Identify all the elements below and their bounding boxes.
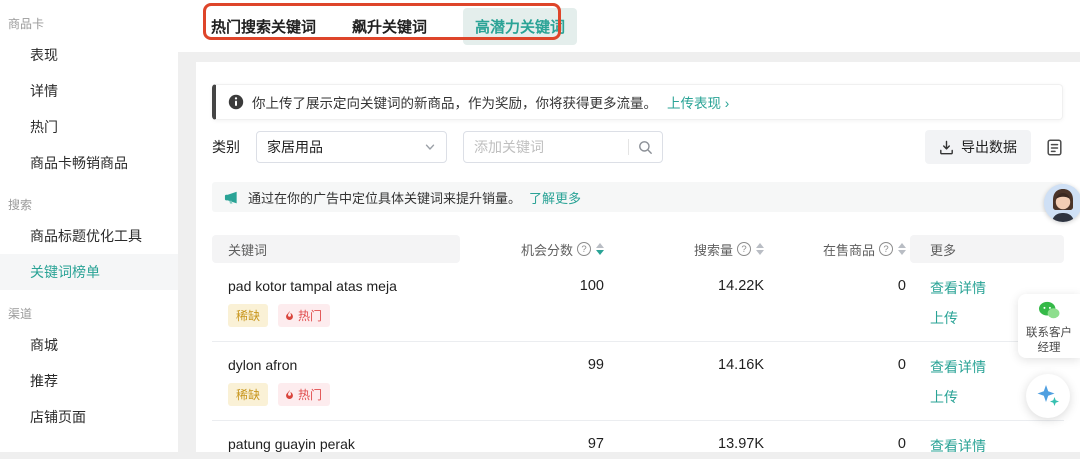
col-header-search-volume: 搜索量 ? bbox=[608, 235, 768, 263]
ads-tip-banner: 通过在你的广告中定位具体关键词来提升销量。 了解更多 bbox=[212, 182, 1063, 212]
sidebar-section-channel: 渠道 bbox=[0, 290, 178, 327]
tab-rising-keywords[interactable]: 飙升关键词 bbox=[352, 16, 427, 37]
notice-banner: 你上传了展示定向关键词的新商品，作为奖励，你将获得更多流量。 上传表现 › bbox=[212, 84, 1063, 120]
sparkle-icon bbox=[1035, 383, 1061, 409]
table-row: patung guayin perak 稀缺 热门 97 13.97K 0 查看… bbox=[212, 421, 1064, 452]
woman-avatar-icon bbox=[1044, 184, 1080, 222]
category-label: 类别 bbox=[212, 137, 240, 157]
upload-performance-link[interactable]: 上传表现 › bbox=[667, 92, 729, 112]
tag-list: 稀缺 热门 bbox=[228, 304, 460, 327]
actions-cell: 查看详情 上传 bbox=[910, 436, 1064, 452]
sidebar: 商品卡 表现 详情 热门 商品卡畅销商品 搜索 商品标题优化工具 关键词榜单 渠… bbox=[0, 0, 178, 452]
tag-list: 稀缺 热门 bbox=[228, 383, 460, 406]
notice-text: 你上传了展示定向关键词的新商品，作为奖励，你将获得更多流量。 bbox=[252, 92, 657, 112]
learn-more-link[interactable]: 了解更多 bbox=[529, 188, 581, 207]
add-keyword-input[interactable] bbox=[464, 139, 628, 155]
contact-account-manager[interactable]: 联系客户 经理 bbox=[1018, 294, 1080, 358]
download-icon bbox=[939, 140, 954, 155]
export-data-button[interactable]: 导出数据 bbox=[925, 130, 1031, 164]
contact-label-line2: 经理 bbox=[1018, 341, 1080, 356]
sidebar-section-search: 搜索 bbox=[0, 181, 178, 218]
category-dropdown[interactable]: 家居用品 bbox=[256, 131, 447, 163]
search-icon[interactable] bbox=[629, 140, 662, 155]
search-volume-cell: 13.97K bbox=[608, 436, 768, 452]
flame-icon bbox=[284, 310, 295, 321]
col-header-products-on-sale-label: 在售商品 bbox=[823, 240, 875, 259]
col-header-products-on-sale: 在售商品 ? bbox=[768, 235, 910, 263]
flame-icon bbox=[284, 389, 295, 400]
keyword-cell: patung guayin perak 稀缺 热门 bbox=[212, 436, 460, 452]
tag-hot: 热门 bbox=[278, 304, 330, 327]
export-data-label: 导出数据 bbox=[961, 137, 1017, 157]
help-icon[interactable]: ? bbox=[737, 242, 751, 256]
category-selected-value: 家居用品 bbox=[267, 137, 424, 157]
help-icon[interactable]: ? bbox=[879, 242, 893, 256]
sidebar-item-keyword-ranking[interactable]: 关键词榜单 bbox=[0, 254, 178, 290]
col-header-opportunity-score-label: 机会分数 bbox=[521, 240, 573, 259]
sidebar-item-details[interactable]: 详情 bbox=[0, 73, 178, 109]
tag-scarce: 稀缺 bbox=[228, 304, 268, 327]
tag-hot-label: 热门 bbox=[298, 307, 322, 324]
sidebar-item-recommend[interactable]: 推荐 bbox=[0, 363, 178, 399]
opportunity-score-cell: 97 bbox=[460, 436, 608, 452]
keyword-tabbar: 热门搜索关键词 飙升关键词 高潜力关键词 bbox=[178, 0, 1080, 52]
keyword-cell: dylon afron 稀缺 热门 bbox=[212, 357, 460, 407]
wechat-icon bbox=[1038, 301, 1060, 321]
tag-hot-label: 热门 bbox=[298, 386, 322, 403]
keyword-text: pad kotor tampal atas meja bbox=[228, 278, 460, 294]
ads-tip-text: 通过在你的广告中定位具体关键词来提升销量。 bbox=[248, 188, 521, 207]
search-volume-cell: 14.16K bbox=[608, 357, 768, 407]
main-content: 你上传了展示定向关键词的新商品，作为奖励，你将获得更多流量。 上传表现 › 类别… bbox=[196, 62, 1080, 452]
clipboard-list-button[interactable] bbox=[1045, 138, 1064, 157]
opportunity-score-cell: 100 bbox=[460, 278, 608, 328]
table-header: 关键词 机会分数 ? 搜索量 ? 在售商品 ? 更多 bbox=[212, 235, 1064, 263]
products-on-sale-cell: 0 bbox=[768, 357, 910, 407]
service-avatar[interactable] bbox=[1044, 184, 1080, 222]
clipboard-icon bbox=[1045, 138, 1064, 157]
keyword-text: patung guayin perak bbox=[228, 436, 460, 452]
sort-opportunity-score[interactable] bbox=[596, 243, 604, 255]
keyword-cell: pad kotor tampal atas meja 稀缺 热门 bbox=[212, 278, 460, 328]
sidebar-item-performance[interactable]: 表现 bbox=[0, 37, 178, 73]
col-header-more: 更多 bbox=[910, 235, 1064, 263]
sidebar-item-shop-page[interactable]: 店铺页面 bbox=[0, 399, 178, 435]
chevron-down-icon bbox=[424, 141, 436, 153]
sidebar-item-bestsellers[interactable]: 商品卡畅销商品 bbox=[0, 145, 178, 181]
table-row: pad kotor tampal atas meja 稀缺 热门 100 14.… bbox=[212, 263, 1064, 342]
col-header-keyword: 关键词 bbox=[212, 235, 460, 263]
sort-search-volume[interactable] bbox=[756, 243, 764, 255]
keyword-text: dylon afron bbox=[228, 357, 460, 373]
contact-label-line1: 联系客户 bbox=[1018, 326, 1080, 341]
tag-scarce: 稀缺 bbox=[228, 383, 268, 406]
table-row: dylon afron 稀缺 热门 99 14.16K 0 查看详情 上传 bbox=[212, 342, 1064, 421]
sort-products-on-sale[interactable] bbox=[898, 243, 906, 255]
tab-high-potential-keywords[interactable]: 高潜力关键词 bbox=[463, 8, 577, 45]
filter-row: 类别 家居用品 导出数据 bbox=[196, 130, 1080, 164]
tag-hot: 热门 bbox=[278, 383, 330, 406]
products-on-sale-cell: 0 bbox=[768, 436, 910, 452]
products-on-sale-cell: 0 bbox=[768, 278, 910, 328]
megaphone-icon bbox=[224, 190, 239, 205]
view-details-link[interactable]: 查看详情 bbox=[930, 436, 1064, 452]
keyword-searchbox bbox=[463, 131, 663, 163]
sidebar-item-title-optimizer[interactable]: 商品标题优化工具 bbox=[0, 218, 178, 254]
tab-hot-search-keywords[interactable]: 热门搜索关键词 bbox=[211, 16, 316, 37]
sidebar-item-mall[interactable]: 商城 bbox=[0, 327, 178, 363]
search-volume-cell: 14.22K bbox=[608, 278, 768, 328]
sidebar-section-product-card: 商品卡 bbox=[0, 0, 178, 37]
keyword-table: 关键词 机会分数 ? 搜索量 ? 在售商品 ? 更多 pad kotor tam… bbox=[212, 235, 1064, 452]
info-icon bbox=[228, 94, 244, 110]
help-icon[interactable]: ? bbox=[577, 242, 591, 256]
opportunity-score-cell: 99 bbox=[460, 357, 608, 407]
col-header-search-volume-label: 搜索量 bbox=[694, 240, 733, 259]
sidebar-item-popular[interactable]: 热门 bbox=[0, 109, 178, 145]
col-header-opportunity-score: 机会分数 ? bbox=[460, 235, 608, 263]
ai-assistant-button[interactable] bbox=[1026, 374, 1070, 418]
